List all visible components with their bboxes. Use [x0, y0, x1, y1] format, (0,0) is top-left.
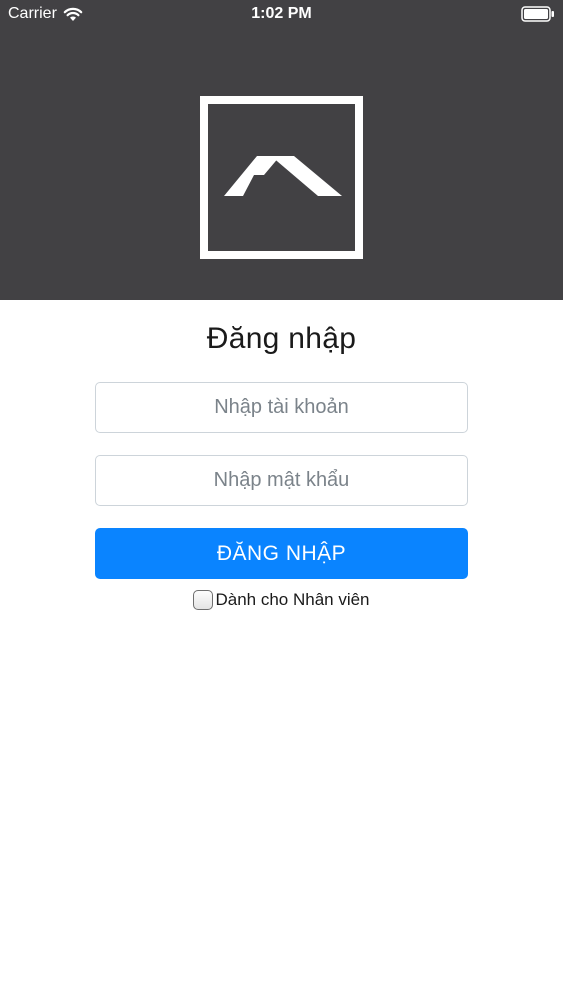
staff-checkbox[interactable] — [193, 590, 214, 610]
status-bar: Carrier 1:02 PM — [0, 0, 563, 30]
page-title: Đăng nhập — [206, 322, 357, 355]
battery-icon — [521, 6, 554, 22]
password-input[interactable] — [95, 455, 468, 506]
staff-checkbox-label: Dành cho Nhân viên — [215, 590, 370, 609]
roof-logo-icon — [200, 96, 363, 259]
login-button[interactable]: ĐĂNG NHẬP — [95, 528, 468, 579]
username-input[interactable] — [95, 382, 468, 433]
staff-checkbox-row[interactable]: Dành cho Nhân viên — [0, 590, 563, 610]
status-time: 1:02 PM — [251, 5, 312, 22]
header-banner: Carrier 1:02 PM — [0, 0, 563, 300]
